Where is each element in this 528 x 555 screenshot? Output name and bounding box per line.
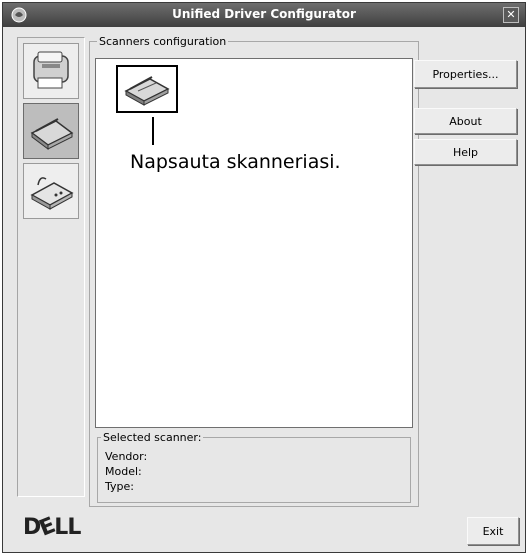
selected-scanner-title: Selected scanner:	[101, 431, 204, 444]
scanner-list[interactable]: Napsauta skanneriasi.	[95, 58, 413, 428]
close-button[interactable]: ✕	[503, 7, 519, 23]
printer-icon	[33, 51, 69, 89]
scanner-device-icon	[124, 76, 170, 106]
scanner-icon	[30, 118, 74, 150]
scanners-group-label: Scanners configuration	[97, 35, 229, 48]
properties-button[interactable]: Properties...	[414, 60, 517, 88]
vendor-label: Vendor:	[105, 450, 148, 463]
model-label: Model:	[105, 465, 142, 478]
ports-config-button[interactable]	[23, 163, 79, 219]
dell-logo: DELL	[23, 513, 81, 542]
title-bar[interactable]: Unified Driver Configurator ✕	[3, 3, 525, 27]
type-label: Type:	[105, 480, 134, 493]
ports-icon	[30, 177, 74, 210]
callout-line	[152, 117, 154, 145]
exit-button[interactable]: Exit	[467, 517, 519, 545]
main-window: Unified Driver Configurator ✕ Scanners c…	[2, 2, 526, 553]
callout-text: Napsauta skanneriasi.	[130, 151, 341, 173]
selected-scanner-frame	[97, 437, 411, 503]
scanners-config-button[interactable]	[23, 103, 79, 159]
help-button[interactable]: Help	[414, 139, 517, 165]
about-button[interactable]: About	[414, 108, 517, 134]
printers-config-button[interactable]	[23, 43, 79, 99]
scanner-list-item[interactable]	[116, 65, 178, 113]
window-title: Unified Driver Configurator	[172, 7, 356, 21]
